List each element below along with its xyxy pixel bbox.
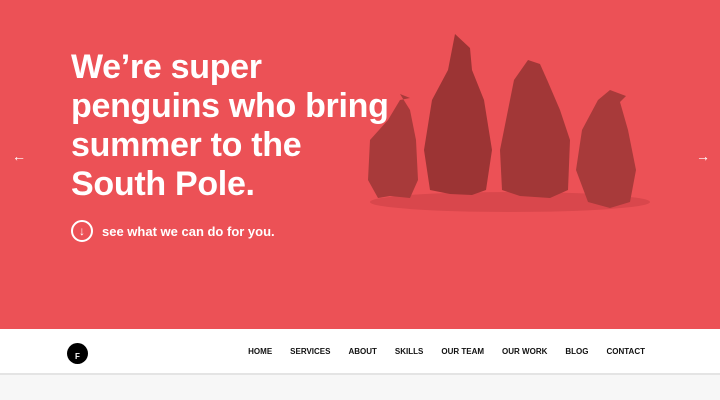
nav-home[interactable]: HOME [248,347,272,356]
nav-our-team[interactable]: OUR TEAM [441,347,484,356]
cta-label: see what we can do for you. [102,223,275,239]
hero-headline: We’re super penguins who bring summer to… [71,48,389,203]
prev-slide-arrow-icon[interactable]: ← [12,148,26,164]
nav-about[interactable]: ABOUT [348,347,376,356]
nav-skills[interactable]: SKILLS [395,347,423,356]
nav-blog[interactable]: BLOG [565,347,588,356]
nav-services[interactable]: SERVICES [290,347,330,356]
nav-our-work[interactable]: OUR WORK [502,347,547,356]
nav-menu: HOME SERVICES ABOUT SKILLS OUR TEAM OUR … [230,347,645,356]
next-slide-arrow-icon[interactable]: → [696,148,710,164]
arrow-down-circle-icon: ↓ [71,220,93,242]
cta-link[interactable]: ↓ see what we can do for you. [71,220,275,242]
main-navbar: F HOME SERVICES ABOUT SKILLS OUR TEAM OU… [0,329,720,375]
penguins-image [368,34,650,212]
hero-slider: We’re super penguins who bring summer to… [0,0,720,329]
logo[interactable]: F [67,343,88,364]
nav-contact[interactable]: CONTACT [606,347,645,356]
